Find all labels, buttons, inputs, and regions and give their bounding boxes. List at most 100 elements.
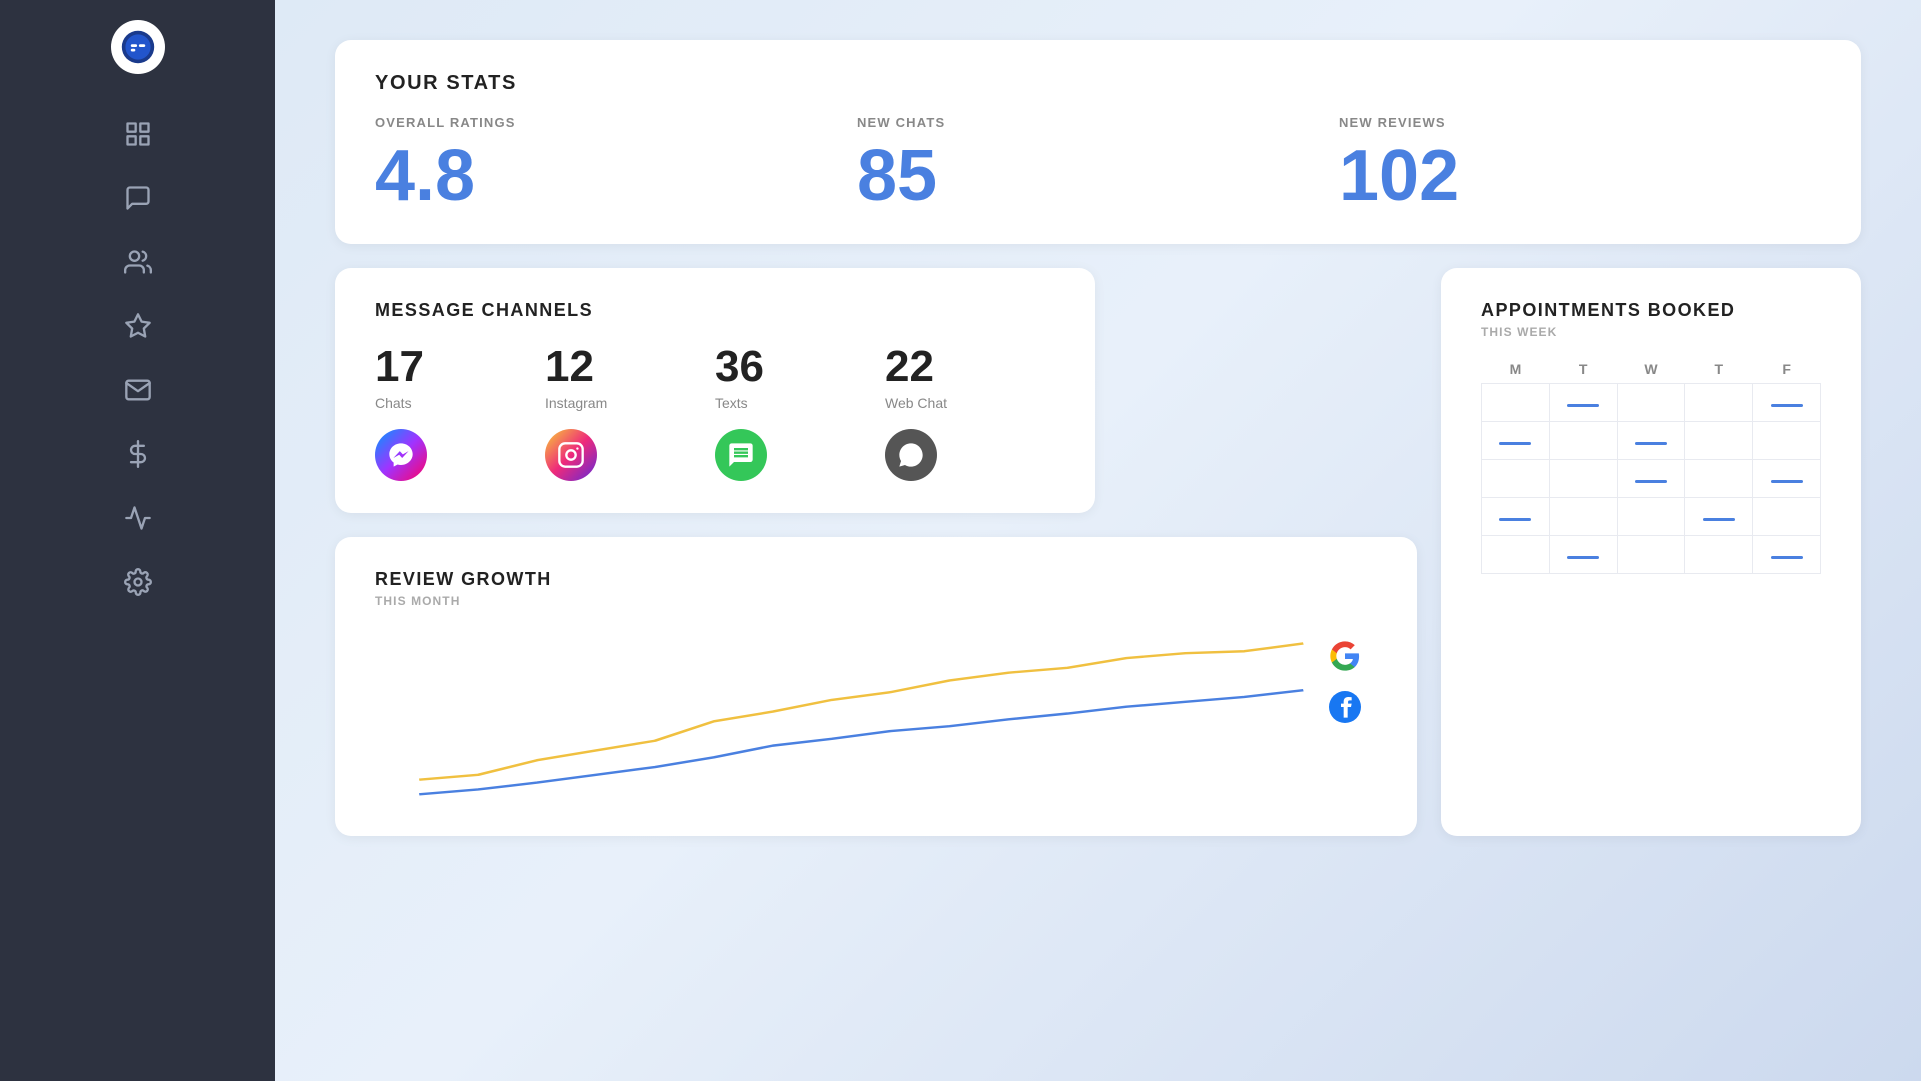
appt-day-m: M: [1482, 355, 1550, 384]
stats-new-reviews-value: 102: [1339, 140, 1821, 212]
webchat-icon: [885, 429, 937, 481]
messenger-icon: [375, 429, 427, 481]
channel-chats-count: 17: [375, 345, 424, 389]
channel-chats-label: Chats: [375, 395, 412, 411]
appt-row: [1482, 498, 1821, 536]
appointment-line: [1771, 404, 1803, 407]
appointment-line: [1567, 556, 1599, 559]
review-chart: [375, 624, 1377, 804]
appointments-card: APPOINTMENTS BOOKED THIS WEEK M T W T F: [1441, 268, 1861, 836]
appointment-line: [1703, 518, 1735, 521]
appointment-line: [1635, 480, 1667, 483]
stats-grid: OVERALL RATINGS 4.8 NEW CHATS 85 NEW REV…: [375, 115, 1821, 212]
channel-instagram-count: 12: [545, 345, 594, 389]
appt-cell-1-2: [1617, 422, 1685, 460]
facebook-icon: [1329, 691, 1361, 730]
appointment-line: [1499, 442, 1531, 445]
appt-cell-1-3: [1685, 422, 1753, 460]
appointment-line: [1567, 404, 1599, 407]
appt-cell-1-1: [1549, 422, 1617, 460]
stats-new-chats-value: 85: [857, 140, 1339, 212]
appt-cell-3-4: [1753, 498, 1821, 536]
appt-cell-4-3: [1685, 536, 1753, 574]
sidebar-item-analytics[interactable]: [114, 494, 162, 542]
appt-header-row: M T W T F: [1482, 355, 1821, 384]
chart-area: [375, 624, 1377, 804]
appt-cell-2-4: [1753, 460, 1821, 498]
appt-cell-3-1: [1549, 498, 1617, 536]
appt-cell-3-0: [1482, 498, 1550, 536]
appointment-line: [1635, 442, 1667, 445]
instagram-icon: [545, 429, 597, 481]
appt-cell-4-2: [1617, 536, 1685, 574]
logo-button[interactable]: [111, 20, 165, 74]
channel-texts: 36 Texts: [715, 345, 885, 481]
appt-cell-2-0: [1482, 460, 1550, 498]
stats-new-reviews: NEW REVIEWS 102: [1339, 115, 1821, 212]
imessage-icon: [715, 429, 767, 481]
appt-day-f: F: [1753, 355, 1821, 384]
sidebar-item-billing[interactable]: [114, 430, 162, 478]
channel-instagram-label: Instagram: [545, 395, 607, 411]
appt-cell-2-2: [1617, 460, 1685, 498]
appt-row: [1482, 460, 1821, 498]
sidebar-item-contacts[interactable]: [114, 238, 162, 286]
channel-texts-count: 36: [715, 345, 764, 389]
appointment-line: [1499, 518, 1531, 521]
stats-overall-ratings-value: 4.8: [375, 140, 857, 212]
appt-cell-3-2: [1617, 498, 1685, 536]
main-content: YOUR STATS OVERALL RATINGS 4.8 NEW CHATS…: [275, 0, 1921, 1081]
appt-cell-0-2: [1617, 384, 1685, 422]
appt-row: [1482, 384, 1821, 422]
appt-cell-0-1: [1549, 384, 1617, 422]
bottom-row: MESSAGE CHANNELS 17 Chats: [335, 268, 1861, 836]
stats-new-chats-label: NEW CHATS: [857, 115, 1339, 130]
left-column: MESSAGE CHANNELS 17 Chats: [335, 268, 1417, 836]
appt-day-t1: T: [1549, 355, 1617, 384]
channel-webchat-count: 22: [885, 345, 934, 389]
channel-webchat-label: Web Chat: [885, 395, 947, 411]
review-growth-subtitle: THIS MONTH: [375, 594, 1377, 608]
stats-new-chats: NEW CHATS 85: [857, 115, 1339, 212]
appt-day-t2: T: [1685, 355, 1753, 384]
legend-facebook: [1329, 691, 1361, 730]
channel-instagram: 12 Instagram: [545, 345, 715, 481]
sidebar-item-reviews[interactable]: [114, 302, 162, 350]
sidebar-item-settings[interactable]: [114, 558, 162, 606]
review-growth-title: REVIEW GROWTH: [375, 569, 1377, 590]
appt-cell-1-4: [1753, 422, 1821, 460]
appt-row: [1482, 422, 1821, 460]
appointment-line: [1771, 480, 1803, 483]
appt-cell-4-1: [1549, 536, 1617, 574]
right-column: APPOINTMENTS BOOKED THIS WEEK M T W T F: [1441, 268, 1861, 836]
google-icon: [1329, 640, 1361, 679]
sidebar-item-chat[interactable]: [114, 174, 162, 222]
chart-legend: [1329, 640, 1361, 730]
appt-cell-1-0: [1482, 422, 1550, 460]
review-growth-card: REVIEW GROWTH THIS MONTH: [335, 537, 1417, 836]
sidebar: [0, 0, 275, 1081]
appointments-title: APPOINTMENTS BOOKED: [1481, 300, 1821, 321]
sidebar-item-email[interactable]: [114, 366, 162, 414]
appt-cell-0-4: [1753, 384, 1821, 422]
stats-title: YOUR STATS: [375, 72, 1821, 95]
appt-cell-2-1: [1549, 460, 1617, 498]
sidebar-item-dashboard[interactable]: [114, 110, 162, 158]
channels-grid: 17 Chats 12 Instagram: [375, 345, 1055, 481]
appt-cell-4-0: [1482, 536, 1550, 574]
appt-cell-0-3: [1685, 384, 1753, 422]
appt-day-w: W: [1617, 355, 1685, 384]
channels-title: MESSAGE CHANNELS: [375, 300, 1055, 321]
channel-texts-label: Texts: [715, 395, 748, 411]
stats-card: YOUR STATS OVERALL RATINGS 4.8 NEW CHATS…: [335, 40, 1861, 244]
appointment-line: [1771, 556, 1803, 559]
appt-cell-0-0: [1482, 384, 1550, 422]
appt-row: [1482, 536, 1821, 574]
stats-new-reviews-label: NEW REVIEWS: [1339, 115, 1821, 130]
channels-card: MESSAGE CHANNELS 17 Chats: [335, 268, 1095, 513]
appt-cell-2-3: [1685, 460, 1753, 498]
appt-cell-3-3: [1685, 498, 1753, 536]
legend-google: [1329, 640, 1361, 679]
appointments-subtitle: THIS WEEK: [1481, 325, 1821, 339]
channel-webchat: 22 Web Chat: [885, 345, 1055, 481]
